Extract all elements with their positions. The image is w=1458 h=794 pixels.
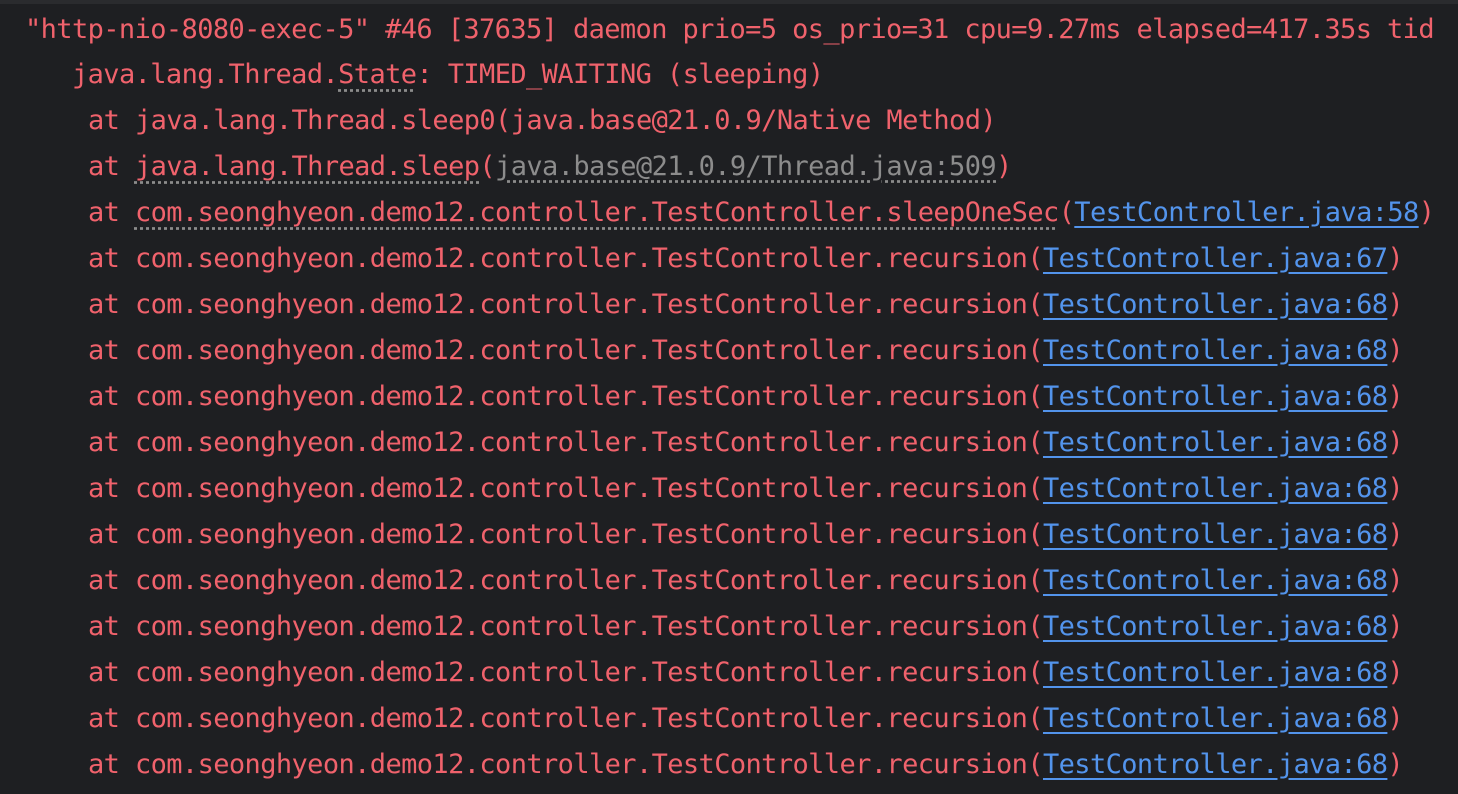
frame-prefix: at com.seonghyeon.demo12.controller.Test… xyxy=(88,243,1044,274)
frame-prefix: at com.seonghyeon.demo12.controller.Test… xyxy=(88,703,1044,734)
frame-close-paren: ) xyxy=(1387,427,1404,458)
source-link[interactable]: TestController.java:68 xyxy=(1043,519,1388,550)
frame-source-location[interactable]: java.base@21.0.9/Thread.java:509 xyxy=(495,151,997,182)
state-suffix: : TIMED_WAITING (sleeping) xyxy=(416,59,824,90)
source-link[interactable]: TestController.java:68 xyxy=(1043,657,1388,688)
frame-prefix: at com.seonghyeon.demo12.controller.Test… xyxy=(88,427,1044,458)
frame-prefix: at com.seonghyeon.demo12.controller.Test… xyxy=(88,657,1044,688)
source-link[interactable]: TestController.java:68 xyxy=(1043,611,1388,642)
frame-close-paren: ) xyxy=(1387,519,1404,550)
stack-frame: at com.seonghyeon.demo12.controller.Test… xyxy=(88,374,1404,420)
source-link[interactable]: TestController.java:67 xyxy=(1043,243,1388,274)
frame-close-paren: ) xyxy=(1387,381,1404,412)
frame-close-paren: ) xyxy=(996,151,1012,182)
stack-frame: at com.seonghyeon.demo12.controller.Test… xyxy=(88,512,1404,558)
stack-frame: at com.seonghyeon.demo12.controller.Test… xyxy=(88,282,1404,328)
frame-prefix: at com.seonghyeon.demo12.controller.Test… xyxy=(88,381,1044,412)
stack-frame: at java.lang.Thread.sleep0(java.base@21.… xyxy=(88,98,997,144)
stack-frame: at com.seonghyeon.demo12.controller.Test… xyxy=(88,420,1404,466)
source-link[interactable]: TestController.java:68 xyxy=(1043,749,1388,780)
stack-frame: at com.seonghyeon.demo12.controller.Test… xyxy=(88,604,1404,650)
source-link[interactable]: TestController.java:68 xyxy=(1043,289,1388,320)
frame-close-paren: ) xyxy=(1387,289,1404,320)
frame-prefix: at com.seonghyeon.demo12.controller.Test… xyxy=(88,749,1044,780)
stack-frame: at com.seonghyeon.demo12.controller.Test… xyxy=(88,466,1404,512)
frame-prefix: at com.seonghyeon.demo12.controller.Test… xyxy=(88,565,1044,596)
source-link[interactable]: TestController.java:68 xyxy=(1043,335,1388,366)
stack-frame: at com.seonghyeon.demo12.controller.Test… xyxy=(88,742,1404,788)
stack-frame: at com.seonghyeon.demo12.controller.Test… xyxy=(88,236,1404,282)
frame-prefix: at xyxy=(88,197,135,228)
source-link[interactable]: TestController.java:68 xyxy=(1043,473,1388,504)
source-link[interactable]: TestController.java:68 xyxy=(1043,381,1388,412)
state-keyword: State xyxy=(338,59,417,90)
thread-header-line: "http-nio-8080-exec-5" #46 [37635] daemo… xyxy=(25,14,1435,45)
frame-method[interactable]: com.seonghyeon.demo12.controller.TestCon… xyxy=(135,197,1059,228)
source-link[interactable]: TestController.java:68 xyxy=(1043,427,1388,458)
source-link[interactable]: TestController.java:68 xyxy=(1043,703,1388,734)
frame-prefix: at com.seonghyeon.demo12.controller.Test… xyxy=(88,289,1044,320)
stack-frame: at com.seonghyeon.demo12.controller.Test… xyxy=(88,650,1404,696)
frame-close-paren: ) xyxy=(1418,197,1435,228)
frame-open-paren: ( xyxy=(479,151,496,182)
stack-frame: at com.seonghyeon.demo12.controller.Test… xyxy=(88,696,1404,742)
stack-frame: at com.seonghyeon.demo12.controller.Test… xyxy=(88,328,1404,374)
frame-prefix: at com.seonghyeon.demo12.controller.Test… xyxy=(88,473,1044,504)
stack-frame: at com.seonghyeon.demo12.controller.Test… xyxy=(88,190,1435,236)
frame-close-paren: ) xyxy=(1387,243,1404,274)
frame-text: at java.lang.Thread.sleep0(java.base@21.… xyxy=(88,105,997,136)
state-prefix: java.lang.Thread. xyxy=(72,59,339,90)
frame-prefix: at com.seonghyeon.demo12.controller.Test… xyxy=(88,335,1044,366)
frame-prefix: at com.seonghyeon.demo12.controller.Test… xyxy=(88,519,1044,550)
source-link[interactable]: TestController.java:68 xyxy=(1043,565,1388,596)
frame-close-paren: ) xyxy=(1387,565,1404,596)
frame-open-paren: ( xyxy=(1058,197,1075,228)
frame-close-paren: ) xyxy=(1387,749,1404,780)
frame-close-paren: ) xyxy=(1387,473,1404,504)
frame-method[interactable]: java.lang.Thread.sleep xyxy=(135,151,480,182)
thread-state-line: java.lang.Thread.State: TIMED_WAITING (s… xyxy=(72,52,824,98)
source-link[interactable]: TestController.java:58 xyxy=(1074,197,1419,228)
frame-close-paren: ) xyxy=(1387,611,1404,642)
stack-frame: at com.seonghyeon.demo12.controller.Test… xyxy=(88,558,1404,604)
frame-close-paren: ) xyxy=(1387,657,1404,688)
frame-close-paren: ) xyxy=(1387,703,1404,734)
frame-prefix: at xyxy=(88,151,135,182)
stack-frame: at java.lang.Thread.sleep(java.base@21.0… xyxy=(88,144,1012,190)
console-output[interactable]: "http-nio-8080-exec-5" #46 [37635] daemo… xyxy=(0,0,1458,794)
frame-prefix: at com.seonghyeon.demo12.controller.Test… xyxy=(88,611,1044,642)
frame-close-paren: ) xyxy=(1387,335,1404,366)
